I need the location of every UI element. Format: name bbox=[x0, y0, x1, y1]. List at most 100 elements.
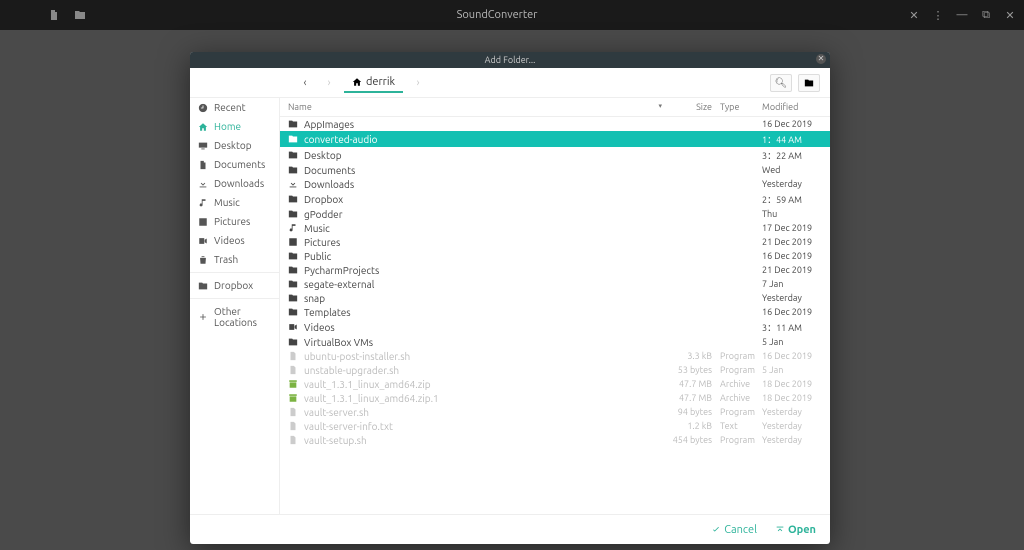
file-row[interactable]: snapYesterday bbox=[280, 291, 830, 305]
dialog-title-bar: Add Folder... ✕ bbox=[190, 52, 830, 68]
file-row[interactable]: Dropbox2：59 AM bbox=[280, 191, 830, 207]
file-row[interactable]: Music17 Dec 2019 bbox=[280, 221, 830, 235]
sidebar-item-label: Desktop bbox=[214, 140, 252, 151]
file-row[interactable]: converted-audio1：44 AM bbox=[280, 131, 830, 147]
file-name: snap bbox=[304, 293, 662, 304]
nav-next-segment: › bbox=[409, 74, 427, 92]
trash-icon bbox=[198, 255, 208, 265]
file-size: 1.2 kB bbox=[662, 421, 712, 431]
sidebar-item-videos[interactable]: Videos bbox=[190, 231, 279, 250]
col-type[interactable]: Type bbox=[712, 102, 762, 112]
file-modified: 16 Dec 2019 bbox=[762, 251, 822, 261]
file-row[interactable]: vault_1.3.1_linux_amd64.zip47.7 MBArchiv… bbox=[280, 377, 830, 391]
sidebar-item-label: Music bbox=[214, 197, 240, 208]
folder-icon bbox=[288, 165, 298, 175]
sidebar-item-other-locations[interactable]: Other Locations bbox=[190, 302, 279, 332]
file-size: 3.3 kB bbox=[662, 351, 712, 361]
column-headers[interactable]: Name ▾ Size Type Modified bbox=[280, 98, 830, 117]
sidebar-item-label: Trash bbox=[214, 254, 238, 265]
file-row[interactable]: AppImages16 Dec 2019 bbox=[280, 117, 830, 131]
file-modified: Wed bbox=[762, 165, 822, 175]
file-row[interactable]: vault-server.sh94 bytesProgramYesterday bbox=[280, 405, 830, 419]
places-sidebar: Recent Home Desktop Documents Downloads Music… bbox=[190, 98, 280, 514]
maximize-icon[interactable]: ⧉ bbox=[980, 9, 992, 21]
file-name: VirtualBox VMs bbox=[304, 337, 662, 348]
file-row[interactable]: Desktop3：22 AM bbox=[280, 147, 830, 163]
home-icon bbox=[352, 77, 362, 87]
minimize-icon[interactable]: — bbox=[956, 9, 968, 21]
add-folder-icon[interactable] bbox=[74, 9, 86, 21]
folder-icon bbox=[288, 307, 298, 317]
file-name: segate-external bbox=[304, 279, 662, 290]
file-row[interactable]: Pictures21 Dec 2019 bbox=[280, 235, 830, 249]
file-type: Program bbox=[712, 435, 762, 445]
file-row[interactable]: vault-server-info.txt1.2 kBTextYesterday bbox=[280, 419, 830, 433]
file-name: vault_1.3.1_linux_amd64.zip.1 bbox=[304, 393, 662, 404]
search-button[interactable]: 🔍︎ bbox=[770, 74, 792, 92]
col-modified[interactable]: Modified bbox=[762, 102, 822, 112]
nav-forward-button[interactable]: › bbox=[320, 74, 338, 92]
file-modified: 21 Dec 2019 bbox=[762, 237, 822, 247]
file-chooser-dialog: Add Folder... ✕ ‹ › derrik › 🔍︎ Recent Ho… bbox=[190, 52, 830, 544]
file-row[interactable]: vault-setup.sh454 bytesProgramYesterday bbox=[280, 433, 830, 447]
file-row[interactable]: Public16 Dec 2019 bbox=[280, 249, 830, 263]
file-name: Music bbox=[304, 223, 662, 234]
sidebar-item-dropbox[interactable]: Dropbox bbox=[190, 276, 279, 295]
sidebar-item-trash[interactable]: Trash bbox=[190, 250, 279, 269]
file-row[interactable]: vault_1.3.1_linux_amd64.zip.147.7 MBArch… bbox=[280, 391, 830, 405]
sidebar-item-label: Downloads bbox=[214, 178, 264, 189]
clear-icon[interactable]: ✕ bbox=[908, 9, 920, 21]
sidebar-item-label: Pictures bbox=[214, 216, 250, 227]
file-modified: 18 Dec 2019 bbox=[762, 379, 822, 389]
app-bar: SoundConverter ✕ ⋮ — ⧉ ✕ bbox=[0, 0, 1024, 30]
file-row[interactable]: segate-external 7 Jan bbox=[280, 277, 830, 291]
file-row[interactable]: Videos3：11 AM bbox=[280, 319, 830, 335]
close-icon[interactable]: ✕ bbox=[1004, 9, 1016, 21]
home-icon bbox=[198, 122, 208, 132]
picture-icon bbox=[198, 217, 208, 227]
app-title: SoundConverter bbox=[86, 9, 908, 21]
add-file-icon[interactable] bbox=[48, 9, 60, 21]
nav-back-button[interactable]: ‹ bbox=[296, 74, 314, 92]
file-size: 47.7 MB bbox=[662, 379, 712, 389]
sidebar-item-music[interactable]: Music bbox=[190, 193, 279, 212]
folder-icon bbox=[288, 279, 298, 289]
sidebar-item-downloads[interactable]: Downloads bbox=[190, 174, 279, 193]
sidebar-item-recent[interactable]: Recent bbox=[190, 98, 279, 117]
file-row[interactable]: unstable-upgrader.sh53 bytesProgram5 Jan bbox=[280, 363, 830, 377]
file-row[interactable]: gPodderThu bbox=[280, 207, 830, 221]
file-row[interactable]: Downloads Yesterday bbox=[280, 177, 830, 191]
breadcrumb[interactable]: derrik bbox=[344, 73, 403, 93]
file-row[interactable]: VirtualBox VMs5 Jan bbox=[280, 335, 830, 349]
file-name: vault-setup.sh bbox=[304, 435, 662, 446]
sidebar-item-label: Videos bbox=[214, 235, 245, 246]
file-modified: Yesterday bbox=[762, 179, 822, 189]
menu-icon[interactable]: ⋮ bbox=[932, 9, 944, 21]
file-modified: 16 Dec 2019 bbox=[762, 119, 822, 129]
new-folder-button[interactable] bbox=[798, 74, 820, 92]
col-name[interactable]: Name bbox=[288, 102, 656, 112]
file-row[interactable]: DocumentsWed bbox=[280, 163, 830, 177]
file-size: 47.7 MB bbox=[662, 393, 712, 403]
file-name: vault-server.sh bbox=[304, 407, 662, 418]
file-type: Program bbox=[712, 365, 762, 375]
cancel-button[interactable]: Cancel bbox=[711, 524, 757, 536]
file-row[interactable]: Templates16 Dec 2019 bbox=[280, 305, 830, 319]
sidebar-item-documents[interactable]: Documents bbox=[190, 155, 279, 174]
file-modified: Yesterday bbox=[762, 421, 822, 431]
dialog-close-icon[interactable]: ✕ bbox=[816, 54, 826, 64]
file-row[interactable]: PycharmProjects21 Dec 2019 bbox=[280, 263, 830, 277]
open-button[interactable]: Open bbox=[775, 524, 816, 536]
file-row[interactable]: ubuntu-post-installer.sh3.3 kBProgram16 … bbox=[280, 349, 830, 363]
file-size: 454 bytes bbox=[662, 435, 712, 445]
sidebar-item-desktop[interactable]: Desktop bbox=[190, 136, 279, 155]
file-name: Downloads bbox=[304, 179, 662, 190]
file-name: ubuntu-post-installer.sh bbox=[304, 351, 662, 362]
sidebar-item-pictures[interactable]: Pictures bbox=[190, 212, 279, 231]
col-size[interactable]: Size bbox=[662, 102, 712, 112]
file-type: Archive bbox=[712, 393, 762, 403]
download-icon bbox=[288, 179, 298, 189]
file-modified: 7 Jan bbox=[762, 279, 822, 289]
sidebar-item-home[interactable]: Home bbox=[190, 117, 279, 136]
sidebar-item-label: Recent bbox=[214, 102, 246, 113]
